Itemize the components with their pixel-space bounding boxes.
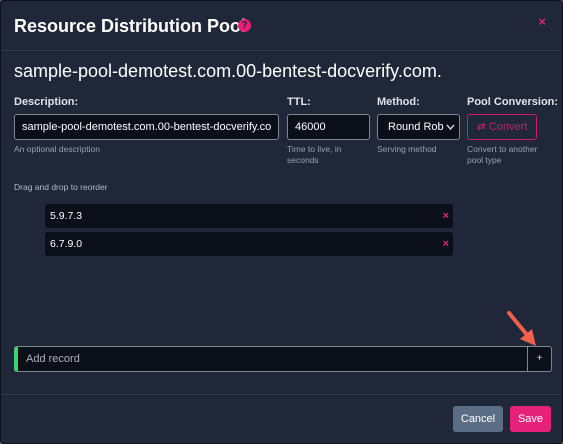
modal-footer: Cancel Save: [1, 394, 562, 443]
convert-button[interactable]: ⇄ Convert: [467, 114, 537, 140]
pool-name-heading: sample-pool-demotest.com.00-bentest-docv…: [14, 61, 442, 81]
chevron-down-icon: [446, 115, 455, 139]
resource-pool-modal: Resource Distribution Pool ? × sample-po…: [0, 0, 563, 444]
add-record-input[interactable]: Add record: [26, 347, 80, 371]
add-record-button[interactable]: +: [527, 347, 551, 371]
record-value: 5.9.7.3: [50, 210, 83, 222]
description-input[interactable]: sample-pool-demotest.com.00-bentest-docv…: [14, 114, 279, 140]
conversion-help: Convert to another pool type: [467, 144, 538, 165]
method-help: Serving method: [377, 144, 437, 154]
cancel-button[interactable]: Cancel: [453, 406, 503, 432]
ttl-label: TTL:: [287, 96, 311, 108]
record-item[interactable]: 6.7.9.0 ×: [45, 232, 453, 256]
drag-hint: Drag and drop to reorder: [14, 182, 108, 192]
save-button[interactable]: Save: [510, 406, 551, 432]
method-label: Method:: [377, 96, 420, 108]
ttl-input[interactable]: 46000: [287, 114, 370, 140]
method-select[interactable]: Round Rob: [377, 114, 460, 140]
conversion-label: Pool Conversion:: [467, 96, 559, 108]
modal-title: Resource Distribution Pool: [14, 16, 247, 36]
remove-icon[interactable]: ×: [443, 232, 449, 256]
description-label: Description:: [14, 96, 79, 108]
remove-icon[interactable]: ×: [443, 204, 449, 228]
modal-header: Resource Distribution Pool ? ×: [1, 1, 562, 51]
description-help: An optional description: [14, 144, 101, 154]
record-value: 6.7.9.0: [50, 238, 83, 250]
add-record-group: Add record +: [14, 346, 552, 372]
help-icon[interactable]: ?: [238, 19, 251, 32]
method-select-value: Round Rob: [388, 121, 444, 133]
ttl-help: Time to live, in seconds: [287, 144, 342, 165]
close-icon[interactable]: ×: [538, 14, 546, 29]
record-item[interactable]: 5.9.7.3 ×: [45, 204, 453, 228]
